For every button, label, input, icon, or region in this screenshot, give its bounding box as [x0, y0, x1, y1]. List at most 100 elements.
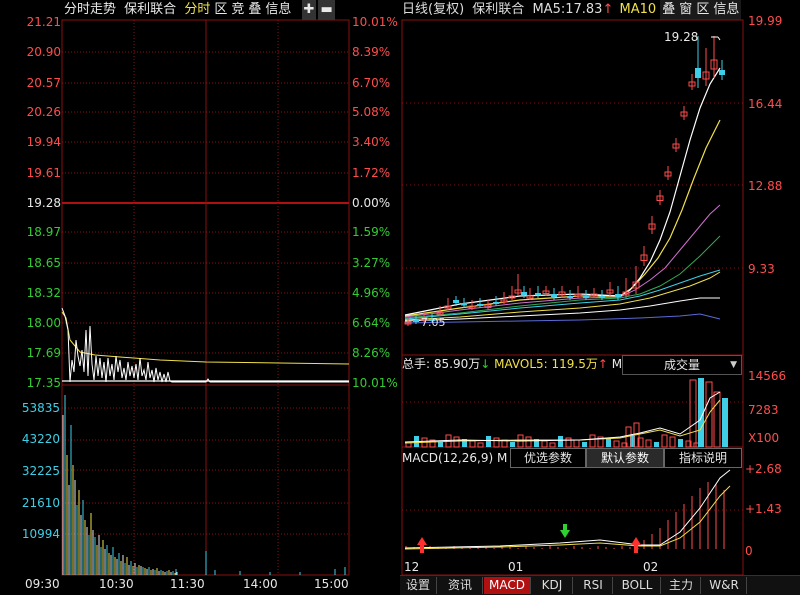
percent-tick-label: 3.27%: [352, 256, 391, 270]
volume-bar: [541, 440, 548, 448]
percent-tick-label: 6.64%: [352, 316, 391, 330]
indicator-tab[interactable]: RSI: [574, 577, 613, 594]
macd-label: MACD(12,26,9) M: [402, 451, 507, 465]
price-tick-label: 18.97: [26, 225, 61, 239]
volume-bar: [558, 436, 563, 447]
mavol-label: MAVOL5: 119.5万: [494, 357, 598, 371]
candle-body: [567, 296, 573, 298]
volume-tick: X100: [748, 431, 780, 445]
volume-bar: [613, 440, 620, 448]
macd-tick: +1.43: [745, 502, 782, 516]
indicator-dropdown-value: 成交量: [663, 358, 700, 372]
percent-tick-label: 5.08%: [352, 105, 391, 119]
volume-bar: [661, 434, 668, 448]
price-tick-label: 18.00: [26, 316, 61, 330]
macd-tick: +2.68: [745, 462, 782, 476]
volume-tick-label: 43220: [21, 432, 60, 446]
candle-body: [493, 302, 499, 304]
optimal-params-button[interactable]: 优选参数: [510, 448, 586, 468]
time-tick-label: 11:30: [170, 577, 205, 591]
indicator-tab[interactable]: KDJ: [532, 577, 573, 594]
kline-price-tick: 12.88: [748, 179, 783, 193]
volume-bar: [549, 442, 556, 448]
time-tick-label: 10:30: [99, 577, 134, 591]
indicator-tab[interactable]: 设置: [400, 577, 437, 594]
candle-body: [535, 293, 541, 296]
volume-extra-label: M: [611, 357, 623, 371]
kline-price-tick: 16.44: [748, 97, 783, 111]
price-tick-label: 18.65: [26, 256, 61, 270]
indicator-tab[interactable]: 资讯: [438, 577, 483, 594]
volume-bar: [510, 442, 515, 447]
sell-signal-arrow: [560, 524, 570, 538]
indicator-help-button[interactable]: 指标说明: [664, 448, 742, 468]
indicator-tab[interactable]: BOLL: [614, 577, 661, 594]
indicator-tab[interactable]: MACD: [484, 577, 531, 594]
indicator-tab-bar: 设置 资讯 MACD KDJ RSI BOLL 主力 W&R: [400, 575, 800, 595]
indicator-dropdown[interactable]: 成交量 ▼: [622, 355, 742, 375]
time-tick-label: 15:00: [314, 577, 349, 591]
percent-tick-label: 10.01%: [352, 376, 398, 390]
time-tick-label: 14:00: [243, 577, 278, 591]
kline-date-tick: 12: [404, 560, 420, 574]
volume-bar: [606, 439, 611, 447]
candle-body: [615, 294, 621, 297]
total-volume-label: 总手: 85.90万: [402, 357, 481, 371]
volume-bar: [582, 442, 587, 447]
volume-bar: [525, 436, 532, 448]
volume-bar: [589, 434, 596, 448]
price-tick-label: 18.32: [26, 286, 61, 300]
intraday-volume-bars: [62, 395, 346, 575]
volume-bar: [469, 440, 476, 448]
mavol-arrow: ↑: [597, 357, 608, 371]
percent-tick-label: 6.70%: [352, 76, 391, 90]
percent-tick-label: 1.59%: [352, 225, 391, 239]
buy-signal-arrow-2: [631, 537, 641, 553]
price-tick-label: 21.21: [26, 15, 61, 29]
kline-date-tick: 02: [643, 560, 659, 574]
volume-tick-label: 10994: [21, 527, 60, 541]
volume-bar: [722, 398, 728, 447]
candle-body: [477, 304, 483, 306]
volume-tick: 7283: [748, 403, 779, 417]
price-tick-label: 20.26: [26, 105, 61, 119]
price-tick-label: 20.57: [26, 76, 61, 90]
percent-tick-label: 8.26%: [352, 346, 391, 360]
volume-bar: [486, 436, 491, 447]
volume-bar: [453, 436, 460, 448]
indicator-tab[interactable]: 主力: [662, 577, 701, 594]
candle-body: [461, 303, 467, 306]
price-tick-label: 19.28: [26, 196, 61, 210]
percent-tick-label: 4.96%: [352, 286, 391, 300]
volume-bar: [689, 379, 697, 448]
kline-date-tick: 01: [508, 560, 524, 574]
indicator-tab[interactable]: W&R: [702, 577, 747, 594]
candle-body: [695, 68, 701, 78]
percent-tick-label: 10.01%: [352, 15, 398, 29]
macd-tick: 0: [745, 544, 753, 558]
low-price-label: 7.05: [421, 316, 446, 329]
volume-bar: [405, 442, 412, 448]
volume-header: 总手: 85.90万↓ MAVOL5: 119.5万↑ M: [402, 357, 622, 371]
buy-signal-arrow: [417, 537, 427, 553]
price-tick-label: 19.94: [26, 135, 61, 149]
candle-body: [521, 292, 527, 295]
volume-bar: [678, 439, 683, 447]
volume-bar: [438, 442, 443, 447]
time-tick-label: 09:30: [25, 577, 60, 591]
volume-tick: 14566: [748, 369, 787, 383]
volume-bar: [669, 436, 676, 448]
volume-tick-label: 32225: [21, 464, 60, 478]
default-params-button[interactable]: 默认参数: [586, 448, 664, 468]
kline-volume-bars: [405, 378, 728, 448]
volume-bar: [565, 437, 572, 448]
kline-price-tick: 9.33: [748, 262, 775, 276]
kline-price-tick: 19.99: [748, 14, 783, 28]
macd-params: MACD(12,26,9): [402, 451, 494, 465]
volume-bar: [493, 437, 500, 448]
price-tick-label: 17.69: [26, 346, 61, 360]
chevron-down-icon: ▼: [730, 360, 737, 370]
candle-body: [551, 294, 557, 297]
kline-candles: [404, 36, 725, 326]
kline-chart[interactable]: [400, 0, 800, 594]
